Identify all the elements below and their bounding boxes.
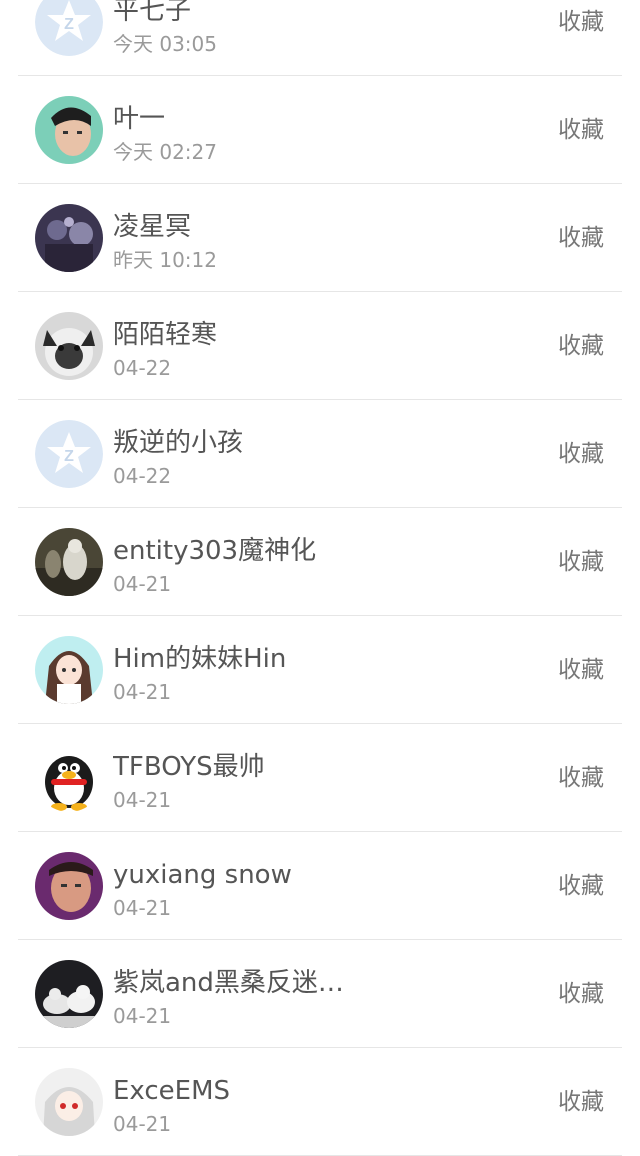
penguin-avatar	[35, 744, 103, 812]
favorite-button[interactable]: 收藏	[558, 440, 604, 468]
favorite-button[interactable]: 收藏	[558, 872, 604, 900]
photo-avatar	[35, 528, 103, 596]
favorite-button[interactable]: 收藏	[558, 980, 604, 1008]
contact-name: 叶一	[113, 104, 166, 134]
list-item[interactable]: ExceEMS 04-21 收藏	[18, 1048, 622, 1156]
anime-girl-avatar	[35, 1068, 103, 1136]
list-item[interactable]: 陌陌轻寒 04-22 收藏	[18, 292, 622, 400]
favorite-button[interactable]: 收藏	[558, 116, 604, 144]
photo-avatar	[35, 204, 103, 272]
favorite-button[interactable]: 收藏	[558, 8, 604, 36]
wolves-avatar	[35, 960, 103, 1028]
cat-avatar	[35, 312, 103, 380]
contact-time: 昨天 10:12	[113, 248, 217, 272]
favorite-button[interactable]: 收藏	[558, 548, 604, 576]
contact-name: 凌星冥	[113, 212, 192, 242]
contact-time: 04-22	[113, 464, 172, 488]
favorite-button[interactable]: 收藏	[558, 332, 604, 360]
list-item[interactable]: TFBOYS最帅 04-21 收藏	[18, 724, 622, 832]
contact-name: 陌陌轻寒	[113, 320, 218, 350]
list-item[interactable]: Z 平七子 今天 03:05 收藏	[18, 0, 622, 76]
contact-name: entity303魔神化	[113, 536, 317, 566]
contact-name: 叛逆的小孩	[113, 428, 244, 458]
contact-time: 04-21	[113, 1004, 172, 1028]
svg-text:Z: Z	[64, 16, 74, 33]
contact-time: 04-22	[113, 356, 172, 380]
svg-text:Z: Z	[64, 448, 74, 465]
favorite-button[interactable]: 收藏	[558, 764, 604, 792]
contact-name: TFBOYS最帅	[113, 752, 265, 782]
favorite-button[interactable]: 收藏	[558, 656, 604, 684]
contact-time: 04-21	[113, 680, 172, 704]
contact-name: ExceEMS	[113, 1076, 231, 1106]
contact-time: 04-21	[113, 1112, 172, 1136]
contact-list: Z 平七子 今天 03:05 收藏 叶一 今天 02:27 收藏 凌星冥 昨天 …	[0, 0, 640, 1156]
contact-name: 紫岚and黑桑反迷…	[113, 968, 344, 998]
list-item[interactable]: entity303魔神化 04-21 收藏	[18, 508, 622, 616]
photo-avatar	[35, 852, 103, 920]
favorite-button[interactable]: 收藏	[558, 224, 604, 252]
contact-name: Him的妹妹Hin	[113, 644, 287, 674]
list-item[interactable]: Z 叛逆的小孩 04-22 收藏	[18, 400, 622, 508]
list-item[interactable]: 叶一 今天 02:27 收藏	[18, 76, 622, 184]
contact-time: 04-21	[113, 896, 172, 920]
default-star-avatar: Z	[35, 420, 103, 488]
anime-girl-avatar	[35, 636, 103, 704]
default-star-avatar: Z	[35, 0, 103, 56]
contact-time: 今天 03:05	[113, 32, 217, 56]
list-item[interactable]: 紫岚and黑桑反迷… 04-21 收藏	[18, 940, 622, 1048]
list-item[interactable]: 凌星冥 昨天 10:12 收藏	[18, 184, 622, 292]
photo-avatar	[35, 96, 103, 164]
contact-time: 04-21	[113, 572, 172, 596]
list-item[interactable]: yuxiang snow 04-21 收藏	[18, 832, 622, 940]
contact-time: 今天 02:27	[113, 140, 217, 164]
favorite-button[interactable]: 收藏	[558, 1088, 604, 1116]
contact-time: 04-21	[113, 788, 172, 812]
contact-name: 平七子	[113, 0, 192, 26]
contact-name: yuxiang snow	[113, 860, 292, 890]
list-item[interactable]: Him的妹妹Hin 04-21 收藏	[18, 616, 622, 724]
